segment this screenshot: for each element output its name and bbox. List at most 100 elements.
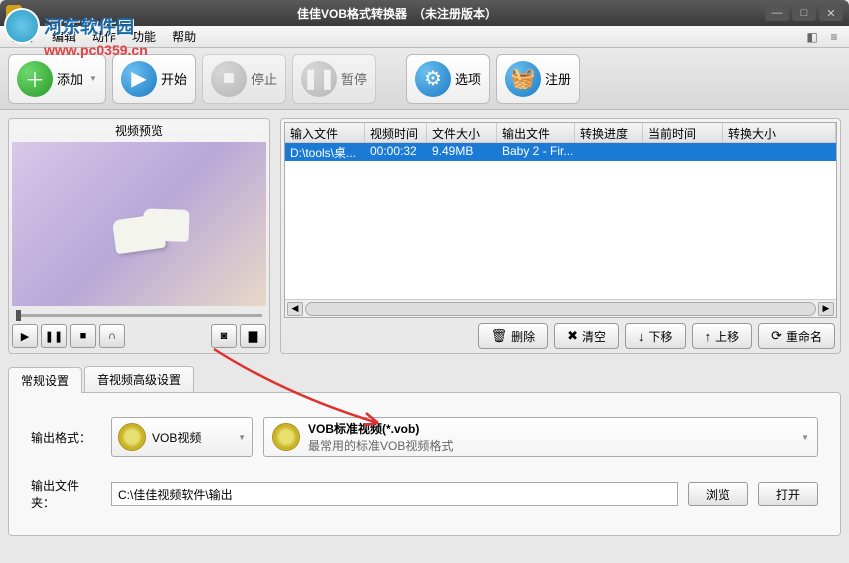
maximize-button[interactable]: □ [792,5,816,21]
stop-label: 停止 [251,69,277,88]
menu-bar: 文件 编辑 动作 功能 帮助 ◧ ≡ [0,26,849,48]
col-input[interactable]: 输入文件 [285,123,365,142]
output-folder-input[interactable] [111,482,678,506]
open-button[interactable]: 打开 [758,482,818,506]
play-button[interactable]: ▶ [12,324,38,348]
gear-icon: ⚙ [415,61,451,97]
chevron-down-icon: ▼ [89,74,97,83]
dvd-disc-icon [272,423,300,451]
loop-button[interactable]: ∩ [99,324,125,348]
toolbar: ＋ 添加 ▼ ▶ 开始 ■ 停止 ❚❚ 暂停 ⚙ 选项 🧺 注册 [0,48,849,110]
file-list-panel: 输入文件 视频时间 文件大小 输出文件 转换进度 当前时间 转换大小 D:\to… [280,118,841,354]
stop-icon: ■ [211,61,247,97]
pause-button[interactable]: ❚❚ 暂停 [292,54,376,104]
clear-button[interactable]: ✖清空 [554,323,619,349]
delete-label: 删除 [511,328,535,345]
cell-input: D:\tools\桌... [285,143,365,161]
format-value: VOB视频 [152,429,201,446]
up-label: 上移 [715,328,739,345]
profile-title: VOB标准视频(*.vob) [308,420,453,437]
snapshot-button[interactable]: ◙ [211,324,237,348]
start-label: 开始 [161,69,187,88]
menu-edit[interactable]: 编辑 [44,26,84,47]
move-down-button[interactable]: ↓ 下移 [625,323,686,349]
horizontal-scrollbar[interactable]: ◀ ▶ [285,299,836,317]
col-progress[interactable]: 转换进度 [575,123,643,142]
cell-output: Baby 2 - Fir... [497,143,575,161]
profile-combo[interactable]: VOB标准视频(*.vob) 最常用的标准VOB视频格式 ▼ [263,417,818,457]
open-folder-button[interactable]: ▇ [240,324,266,348]
pause-icon: ❚❚ [301,61,337,97]
title-bar: 佳佳VOB格式转换器 （未注册版本） — □ ✕ [0,0,849,26]
cell-current [643,143,723,161]
rename-button[interactable]: ⟳重命名 [758,323,835,349]
close-button[interactable]: ✕ [819,5,843,21]
app-icon [6,5,22,21]
cell-duration: 00:00:32 [365,143,427,161]
arrow-up-icon: ↑ [705,329,712,344]
thumbnail-image [111,214,165,255]
profile-desc: 最常用的标准VOB视频格式 [308,437,453,454]
cell-outsize [723,143,836,161]
col-size[interactable]: 文件大小 [427,123,497,142]
col-duration[interactable]: 视频时间 [365,123,427,142]
x-icon: ✖ [567,328,578,344]
down-label: 下移 [649,328,673,345]
menu-action[interactable]: 动作 [84,26,124,47]
register-label: 注册 [545,69,571,88]
video-preview [12,142,266,306]
refresh-icon: ⟳ [771,328,782,344]
settings-panel: 常规设置 音视频高级设置 输出格式： VOB视频 ▼ VOB标准视频(*.vob… [8,366,841,536]
start-button[interactable]: ▶ 开始 [112,54,196,104]
rename-label: 重命名 [786,328,822,345]
plus-icon: ＋ [17,61,53,97]
preview-header: 视频预览 [12,122,266,140]
cell-size: 9.49MB [427,143,497,161]
preview-controls: ▶ ❚❚ ■ ∩ ◙ ▇ [12,322,266,350]
menu-help[interactable]: 帮助 [164,26,204,47]
preview-panel: 视频预览 ▶ ❚❚ ■ ∩ ◙ ▇ [8,118,270,354]
cell-progress [575,143,643,161]
folder-label: 输出文件夹： [31,477,101,511]
col-output[interactable]: 输出文件 [497,123,575,142]
browse-button[interactable]: 浏览 [688,482,748,506]
dvd-disc-icon [118,423,146,451]
scroll-right-icon[interactable]: ▶ [818,302,834,316]
col-current[interactable]: 当前时间 [643,123,723,142]
options-label: 选项 [455,69,481,88]
table-row[interactable]: D:\tools\桌... 00:00:32 9.49MB Baby 2 - F… [285,143,836,161]
format-combo[interactable]: VOB视频 ▼ [111,417,253,457]
pv-stop-button[interactable]: ■ [70,324,96,348]
move-up-button[interactable]: ↑上移 [692,323,753,349]
options-button[interactable]: ⚙ 选项 [406,54,490,104]
skin-icon[interactable]: ◧ [804,29,820,45]
stop-button[interactable]: ■ 停止 [202,54,286,104]
delete-button[interactable]: 🗑删除 [478,323,549,349]
clear-label: 清空 [582,328,606,345]
pv-pause-button[interactable]: ❚❚ [41,324,67,348]
col-outsize[interactable]: 转换大小 [723,123,836,142]
seek-slider[interactable] [12,308,266,322]
file-table: 输入文件 视频时间 文件大小 输出文件 转换进度 当前时间 转换大小 D:\to… [284,122,837,318]
tab-advanced[interactable]: 音视频高级设置 [84,366,194,392]
chevron-down-icon: ▼ [238,433,246,442]
list-actions: 🗑删除 ✖清空 ↓ 下移 ↑上移 ⟳重命名 [284,318,837,350]
menu-help-icon[interactable]: ≡ [826,29,842,45]
arrow-down-icon: ↓ [638,329,645,344]
cart-icon: 🧺 [505,61,541,97]
table-header: 输入文件 视频时间 文件大小 输出文件 转换进度 当前时间 转换大小 [285,123,836,143]
minimize-button[interactable]: — [765,5,789,21]
pause-label: 暂停 [341,69,367,88]
menu-file[interactable]: 文件 [4,26,44,47]
add-label: 添加 [57,69,83,88]
menu-function[interactable]: 功能 [124,26,164,47]
chevron-down-icon: ▼ [801,433,809,442]
tab-general[interactable]: 常规设置 [8,367,82,393]
register-button[interactable]: 🧺 注册 [496,54,580,104]
play-icon: ▶ [121,61,157,97]
window-title: 佳佳VOB格式转换器 （未注册版本） [32,5,762,22]
add-button[interactable]: ＋ 添加 ▼ [8,54,106,104]
trash-icon: 🗑 [491,328,508,344]
scroll-left-icon[interactable]: ◀ [287,302,303,316]
format-label: 输出格式： [31,429,101,446]
